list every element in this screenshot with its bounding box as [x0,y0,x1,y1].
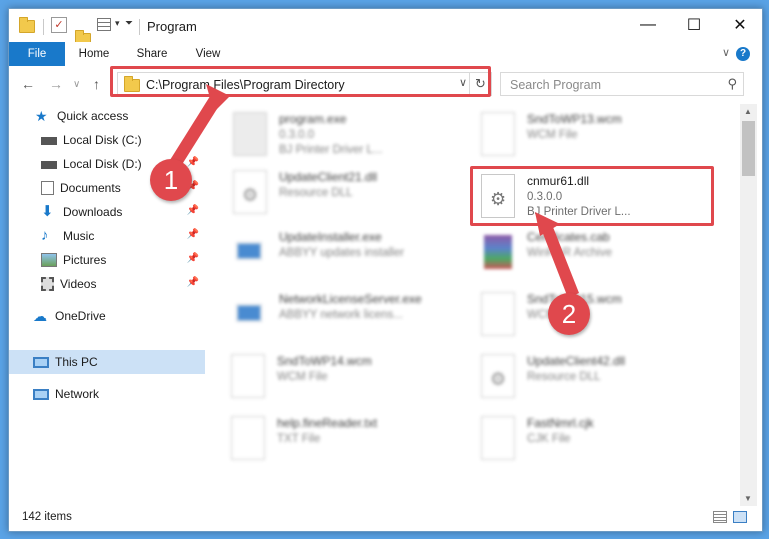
arrow-2-shaft [540,222,579,298]
callout-1: 1 [150,159,192,201]
callout-2: 2 [548,293,590,335]
annotation-arrows [165,84,579,298]
